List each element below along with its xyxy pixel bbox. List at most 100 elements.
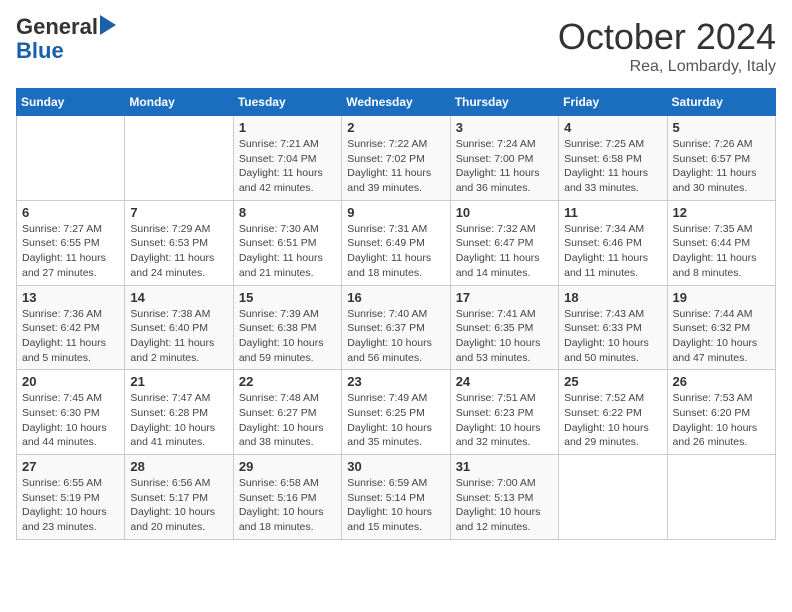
calendar-cell: 15 Sunrise: 7:39 AM Sunset: 6:38 PM Dayli… [233,285,341,370]
day-number: 8 [239,205,336,220]
day-number: 21 [130,374,227,389]
day-info: Sunrise: 7:25 AM Sunset: 6:58 PM Dayligh… [564,137,661,196]
calendar-header-row: SundayMondayTuesdayWednesdayThursdayFrid… [17,89,776,116]
calendar-cell: 10 Sunrise: 7:32 AM Sunset: 6:47 PM Dayli… [450,200,558,285]
day-info: Sunrise: 7:22 AM Sunset: 7:02 PM Dayligh… [347,137,444,196]
weekday-header-monday: Monday [125,89,233,116]
weekday-header-sunday: Sunday [17,89,125,116]
day-info: Sunrise: 6:56 AM Sunset: 5:17 PM Dayligh… [130,476,227,535]
day-number: 17 [456,290,553,305]
weekday-header-friday: Friday [559,89,667,116]
day-info: Sunrise: 6:59 AM Sunset: 5:14 PM Dayligh… [347,476,444,535]
weekday-header-wednesday: Wednesday [342,89,450,116]
day-number: 1 [239,120,336,135]
weekday-header-saturday: Saturday [667,89,775,116]
day-number: 13 [22,290,119,305]
day-number: 29 [239,459,336,474]
calendar-cell: 19 Sunrise: 7:44 AM Sunset: 6:32 PM Dayli… [667,285,775,370]
day-info: Sunrise: 7:39 AM Sunset: 6:38 PM Dayligh… [239,307,336,366]
logo-text-blue: Blue [16,38,64,64]
calendar-cell: 27Sunrise: 6:55 AM Sunset: 5:19 PM Dayli… [17,455,125,540]
calendar-week-row: 13 Sunrise: 7:36 AM Sunset: 6:42 PM Dayli… [17,285,776,370]
day-number: 28 [130,459,227,474]
calendar-cell: 30Sunrise: 6:59 AM Sunset: 5:14 PM Dayli… [342,455,450,540]
day-info: Sunrise: 7:51 AM Sunset: 6:23 PM Dayligh… [456,391,553,450]
weekday-header-thursday: Thursday [450,89,558,116]
calendar-cell [667,455,775,540]
day-number: 11 [564,205,661,220]
calendar-cell: 6Sunrise: 7:27 AM Sunset: 6:55 PM Daylig… [17,200,125,285]
day-number: 9 [347,205,444,220]
calendar-cell: 23 Sunrise: 7:49 AM Sunset: 6:25 PM Dayli… [342,370,450,455]
day-number: 16 [347,290,444,305]
day-info: Sunrise: 7:31 AM Sunset: 6:49 PM Dayligh… [347,222,444,281]
day-number: 23 [347,374,444,389]
calendar-cell: 8Sunrise: 7:30 AM Sunset: 6:51 PM Daylig… [233,200,341,285]
day-info: Sunrise: 7:29 AM Sunset: 6:53 PM Dayligh… [130,222,227,281]
calendar-cell: 13 Sunrise: 7:36 AM Sunset: 6:42 PM Dayli… [17,285,125,370]
day-info: Sunrise: 7:00 AM Sunset: 5:13 PM Dayligh… [456,476,553,535]
calendar-cell: 29Sunrise: 6:58 AM Sunset: 5:16 PM Dayli… [233,455,341,540]
day-number: 2 [347,120,444,135]
page-header: General Blue October 2024 Rea, Lombardy,… [16,16,776,76]
day-info: Sunrise: 7:24 AM Sunset: 7:00 PM Dayligh… [456,137,553,196]
day-number: 24 [456,374,553,389]
calendar-cell: 7Sunrise: 7:29 AM Sunset: 6:53 PM Daylig… [125,200,233,285]
location-title: Rea, Lombardy, Italy [558,58,776,76]
month-title: October 2024 [558,16,776,58]
day-info: Sunrise: 7:43 AM Sunset: 6:33 PM Dayligh… [564,307,661,366]
day-number: 10 [456,205,553,220]
calendar-cell: 26Sunrise: 7:53 AM Sunset: 6:20 PM Dayli… [667,370,775,455]
day-number: 31 [456,459,553,474]
day-info: Sunrise: 7:41 AM Sunset: 6:35 PM Dayligh… [456,307,553,366]
day-info: Sunrise: 7:35 AM Sunset: 6:44 PM Dayligh… [673,222,770,281]
calendar-cell: 3 Sunrise: 7:24 AM Sunset: 7:00 PM Daylig… [450,116,558,201]
calendar-cell: 1 Sunrise: 7:21 AM Sunset: 7:04 PM Daylig… [233,116,341,201]
calendar-week-row: 1 Sunrise: 7:21 AM Sunset: 7:04 PM Daylig… [17,116,776,201]
calendar-table: SundayMondayTuesdayWednesdayThursdayFrid… [16,88,776,540]
calendar-cell [559,455,667,540]
logo-text-general: General [16,16,98,38]
calendar-cell: 21 Sunrise: 7:47 AM Sunset: 6:28 PM Dayli… [125,370,233,455]
calendar-cell [125,116,233,201]
calendar-week-row: 27Sunrise: 6:55 AM Sunset: 5:19 PM Dayli… [17,455,776,540]
day-info: Sunrise: 7:44 AM Sunset: 6:32 PM Dayligh… [673,307,770,366]
day-info: Sunrise: 7:32 AM Sunset: 6:47 PM Dayligh… [456,222,553,281]
day-info: Sunrise: 7:36 AM Sunset: 6:42 PM Dayligh… [22,307,119,366]
logo-arrow-icon [100,15,116,35]
calendar-cell: 28 Sunrise: 6:56 AM Sunset: 5:17 PM Dayli… [125,455,233,540]
day-info: Sunrise: 7:47 AM Sunset: 6:28 PM Dayligh… [130,391,227,450]
calendar-week-row: 6Sunrise: 7:27 AM Sunset: 6:55 PM Daylig… [17,200,776,285]
day-number: 3 [456,120,553,135]
day-info: Sunrise: 7:38 AM Sunset: 6:40 PM Dayligh… [130,307,227,366]
calendar-cell [17,116,125,201]
day-number: 26 [673,374,770,389]
day-info: Sunrise: 7:34 AM Sunset: 6:46 PM Dayligh… [564,222,661,281]
day-number: 15 [239,290,336,305]
day-info: Sunrise: 7:49 AM Sunset: 6:25 PM Dayligh… [347,391,444,450]
day-number: 20 [22,374,119,389]
calendar-cell: 25 Sunrise: 7:52 AM Sunset: 6:22 PM Dayli… [559,370,667,455]
day-number: 14 [130,290,227,305]
calendar-cell: 4 Sunrise: 7:25 AM Sunset: 6:58 PM Daylig… [559,116,667,201]
calendar-cell: 17 Sunrise: 7:41 AM Sunset: 6:35 PM Dayli… [450,285,558,370]
day-number: 25 [564,374,661,389]
day-number: 4 [564,120,661,135]
day-info: Sunrise: 7:48 AM Sunset: 6:27 PM Dayligh… [239,391,336,450]
calendar-cell: 11 Sunrise: 7:34 AM Sunset: 6:46 PM Dayli… [559,200,667,285]
day-info: Sunrise: 7:26 AM Sunset: 6:57 PM Dayligh… [673,137,770,196]
day-info: Sunrise: 7:52 AM Sunset: 6:22 PM Dayligh… [564,391,661,450]
day-info: Sunrise: 7:40 AM Sunset: 6:37 PM Dayligh… [347,307,444,366]
calendar-cell: 16 Sunrise: 7:40 AM Sunset: 6:37 PM Dayli… [342,285,450,370]
calendar-cell: 5Sunrise: 7:26 AM Sunset: 6:57 PM Daylig… [667,116,775,201]
day-number: 27 [22,459,119,474]
logo: General Blue [16,16,116,64]
calendar-cell: 20Sunrise: 7:45 AM Sunset: 6:30 PM Dayli… [17,370,125,455]
day-number: 12 [673,205,770,220]
calendar-cell: 2 Sunrise: 7:22 AM Sunset: 7:02 PM Daylig… [342,116,450,201]
day-number: 18 [564,290,661,305]
calendar-cell: 22 Sunrise: 7:48 AM Sunset: 6:27 PM Dayli… [233,370,341,455]
day-number: 19 [673,290,770,305]
day-info: Sunrise: 7:21 AM Sunset: 7:04 PM Dayligh… [239,137,336,196]
day-number: 22 [239,374,336,389]
